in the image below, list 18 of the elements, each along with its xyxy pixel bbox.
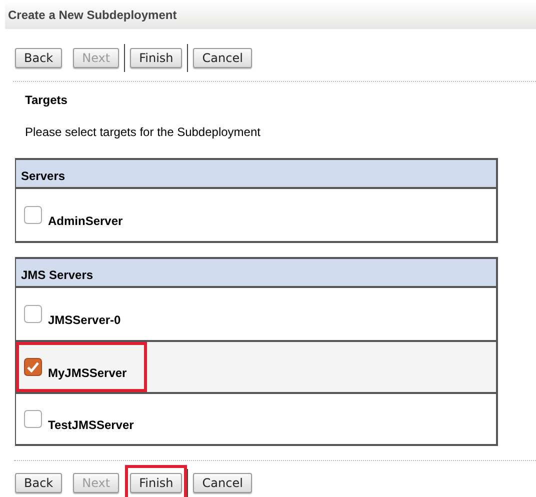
wizard-button[interactable]: Back xyxy=(15,473,62,493)
checkbox[interactable] xyxy=(24,410,42,428)
wizard-button[interactable]: Finish xyxy=(130,48,182,68)
server-name: MyJMSServer xyxy=(48,365,127,382)
checkbox[interactable] xyxy=(24,206,42,224)
server-name: TestJMSServer xyxy=(48,417,134,434)
instruction-text: Please select targets for the Subdeployment xyxy=(25,124,262,141)
server-name: JMSServer-0 xyxy=(48,312,121,329)
wizard-button[interactable]: Back xyxy=(15,48,62,68)
wizard-button[interactable]: Cancel xyxy=(193,473,252,493)
wizard-button[interactable]: Cancel xyxy=(193,48,252,68)
section-title: Targets xyxy=(25,92,68,109)
server-name: AdminServer xyxy=(48,213,123,230)
checkbox[interactable] xyxy=(24,305,42,323)
checkbox-checked-icon[interactable] xyxy=(24,358,42,376)
table-header: JMS Servers xyxy=(16,259,496,288)
table-header: Servers xyxy=(16,160,496,189)
wizard-button[interactable]: Finish xyxy=(130,473,182,493)
